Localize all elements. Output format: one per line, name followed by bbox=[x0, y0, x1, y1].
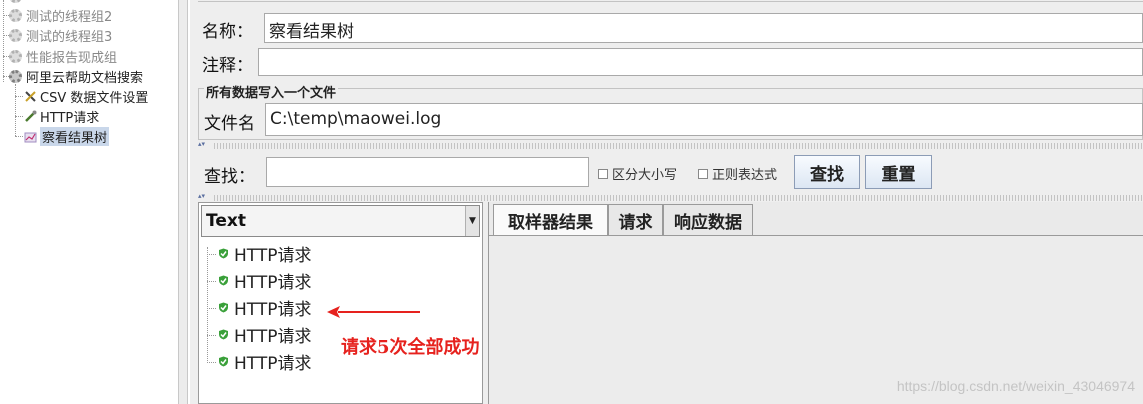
tree-item-label: 阿里云帮助文档搜索 bbox=[26, 70, 144, 86]
checkbox-box[interactable] bbox=[698, 168, 708, 179]
annotation-text: 请求5次全部成功 bbox=[341, 337, 480, 358]
gear-icon bbox=[9, 28, 22, 42]
success-shield-icon bbox=[219, 356, 228, 366]
success-shield-icon bbox=[219, 248, 228, 258]
collapse-arrows[interactable]: ▴▾ bbox=[198, 193, 205, 200]
tree-connector bbox=[15, 96, 23, 97]
file-group-title: 所有数据写入一个文件 bbox=[204, 82, 339, 101]
search-label: 查找： bbox=[204, 167, 255, 187]
tree-item-http-request[interactable]: HTTP请求 bbox=[24, 106, 99, 126]
reset-button[interactable]: 重置 bbox=[865, 155, 932, 189]
result-item-label: HTTP请求 bbox=[234, 245, 312, 266]
tree-item-perf-report-group[interactable]: 性能报告现成组 bbox=[9, 46, 117, 66]
watermark: https://blog.csdn.net/weixin_43046974 bbox=[896, 378, 1135, 394]
tree-item-view-results-tree[interactable]: 察看结果树 bbox=[24, 126, 110, 146]
file-label: 文件名 bbox=[204, 114, 255, 134]
tree-connector bbox=[207, 247, 208, 363]
tree-item-thread-group-3[interactable]: 测试的线程组3 bbox=[9, 25, 112, 45]
result-item[interactable]: HTTP请求 bbox=[218, 322, 312, 347]
result-item-label: HTTP请求 bbox=[234, 326, 312, 347]
gear-icon bbox=[9, 0, 22, 3]
gear-icon bbox=[9, 8, 22, 22]
chart-icon bbox=[24, 132, 37, 142]
tab-response-data[interactable]: 响应数据 bbox=[663, 204, 753, 235]
comment-field[interactable] bbox=[258, 48, 1143, 76]
pane-splitter[interactable] bbox=[178, 0, 188, 404]
result-item[interactable]: HTTP请求 bbox=[218, 349, 312, 374]
success-shield-icon bbox=[219, 275, 228, 285]
divider-bar[interactable] bbox=[214, 195, 1143, 201]
success-shield-icon bbox=[219, 329, 228, 339]
view-results-tree-panel: 名称： 察看结果树 注释： 所有数据写入一个文件 文件名 C:\temp\mao… bbox=[190, 0, 1143, 404]
result-item-label: HTTP请求 bbox=[234, 353, 312, 374]
comment-label: 注释： bbox=[202, 56, 253, 76]
pipette-icon bbox=[25, 110, 37, 122]
tree-item-label: 测试的线程组2 bbox=[26, 9, 113, 25]
regex-label: 正则表达式 bbox=[712, 168, 778, 183]
tree-connector bbox=[207, 308, 216, 309]
divider-bar[interactable] bbox=[214, 143, 1143, 149]
tree-connector bbox=[207, 254, 216, 255]
result-detail-tabs: 取样器结果 请求 响应数据 https://blog.csdn.net/weix… bbox=[488, 202, 1143, 404]
tree-item-label: HTTP请求 bbox=[40, 110, 100, 126]
renderer-select[interactable]: Text ▼ bbox=[201, 205, 480, 237]
annotation-arrow-icon bbox=[327, 306, 420, 318]
name-field[interactable]: 察看结果树 bbox=[264, 13, 1143, 43]
test-plan-tree: 测试的线程组2 测试的线程组3 性能报告现成组 阿里云帮助文档搜索 CSV 数据… bbox=[0, 0, 178, 404]
tree-connector bbox=[207, 362, 216, 363]
search-input[interactable] bbox=[266, 157, 589, 187]
case-sensitive-label: 区分大小写 bbox=[612, 168, 678, 183]
tree-connector bbox=[15, 84, 16, 136]
case-sensitive-checkbox[interactable]: 区分大小写 bbox=[598, 164, 677, 183]
tree-item-csv-config[interactable]: CSV 数据文件设置 bbox=[24, 86, 148, 106]
scissors-icon bbox=[25, 90, 36, 102]
tab-request[interactable]: 请求 bbox=[608, 204, 663, 235]
tree-item-thread-group-2[interactable]: 测试的线程组2 bbox=[9, 5, 112, 25]
tree-item-label: 察看结果树 bbox=[40, 126, 110, 146]
find-button[interactable]: 查找 bbox=[794, 155, 860, 189]
success-shield-icon bbox=[219, 302, 228, 312]
tree-connector bbox=[207, 281, 216, 282]
tab-sampler-result[interactable]: 取样器结果 bbox=[493, 204, 608, 235]
collapse-arrows[interactable]: ▴▾ bbox=[198, 141, 205, 148]
result-item[interactable]: HTTP请求 bbox=[218, 295, 312, 320]
tree-connector bbox=[3, 0, 4, 82]
tree-item-aliyun-search[interactable]: 阿里云帮助文档搜索 bbox=[9, 66, 143, 86]
tree-item-label: CSV 数据文件设置 bbox=[40, 90, 149, 106]
result-item[interactable]: HTTP请求 bbox=[218, 268, 312, 293]
tree-connector bbox=[207, 335, 216, 336]
tab-content-area: https://blog.csdn.net/weixin_43046974 bbox=[489, 235, 1143, 404]
tree-item-label: 测试的线程组3 bbox=[26, 29, 113, 45]
tree-connector bbox=[15, 116, 23, 117]
tree-item-label: 性能报告现成组 bbox=[26, 50, 118, 66]
result-item-label: HTTP请求 bbox=[234, 272, 312, 293]
tree-connector bbox=[15, 136, 23, 137]
result-item-label: HTTP请求 bbox=[234, 299, 312, 320]
renderer-select-value: Text bbox=[206, 211, 246, 231]
result-item[interactable]: HTTP请求 bbox=[218, 241, 312, 266]
gear-icon bbox=[9, 49, 22, 63]
chevron-down-icon[interactable]: ▼ bbox=[465, 206, 479, 236]
file-field[interactable]: C:\temp\maowei.log bbox=[265, 103, 1143, 136]
regex-checkbox[interactable]: 正则表达式 bbox=[698, 164, 777, 183]
name-label: 名称： bbox=[202, 22, 253, 42]
checkbox-box[interactable] bbox=[598, 168, 608, 179]
gear-icon bbox=[9, 69, 22, 83]
panel-title-strip bbox=[198, 0, 1143, 2]
